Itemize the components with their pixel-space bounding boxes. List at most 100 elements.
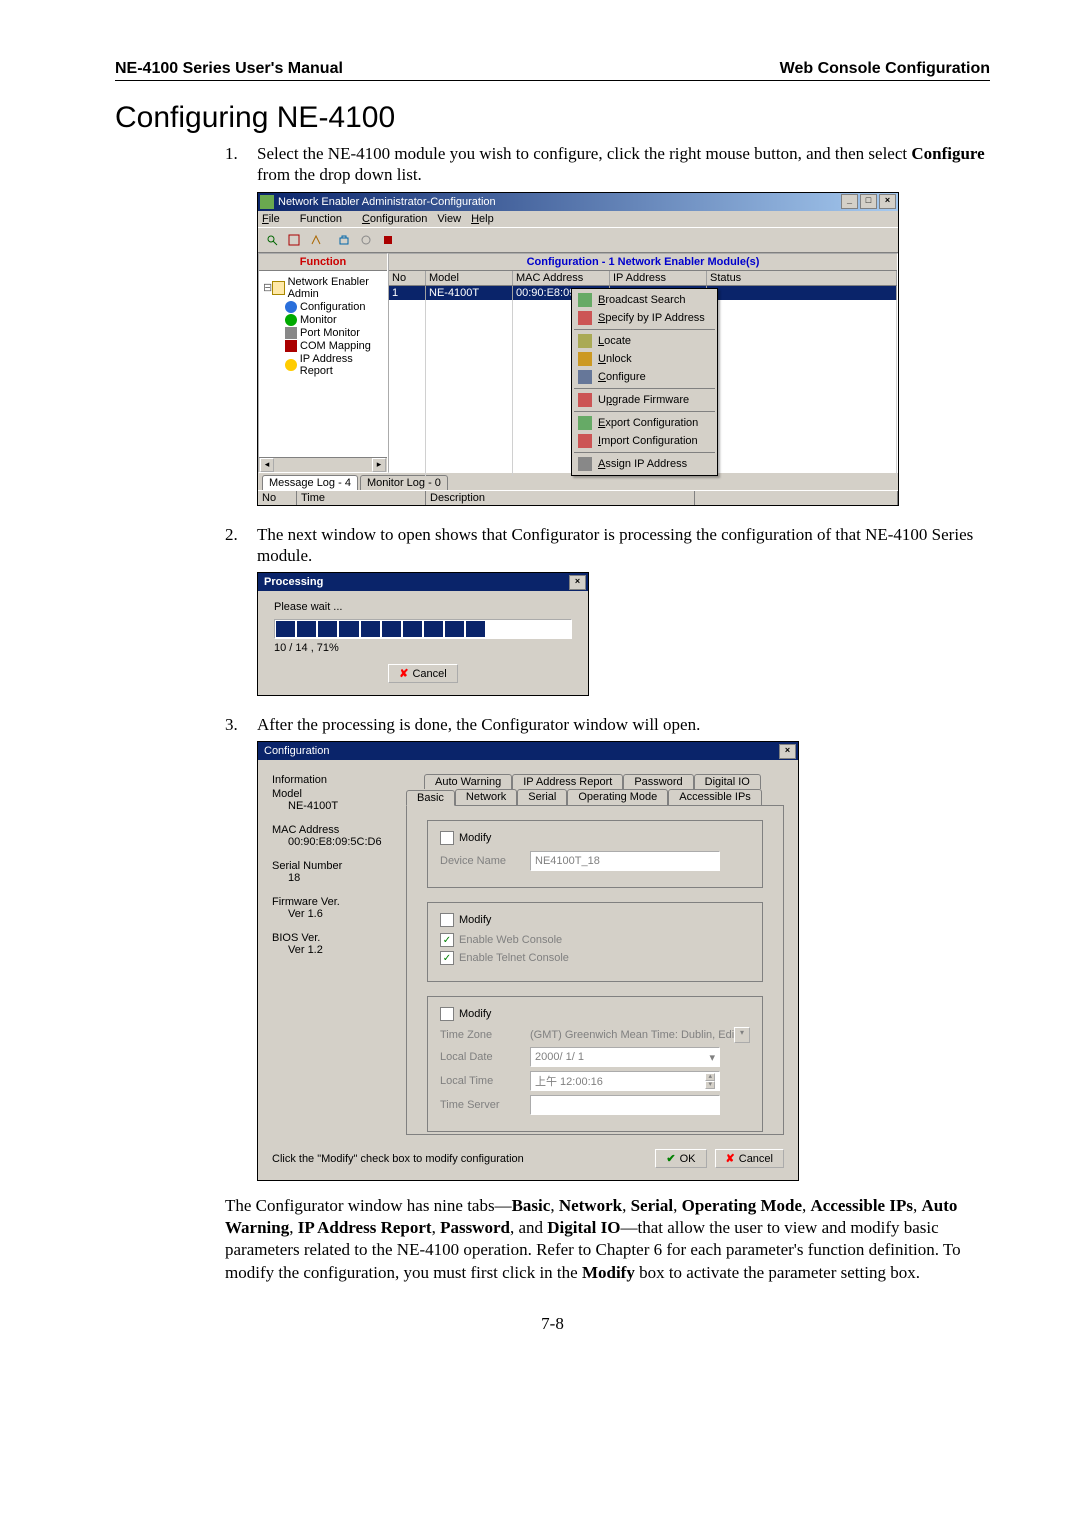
tab-basic[interactable]: Basic <box>406 790 455 806</box>
info-header: Information <box>272 774 406 786</box>
tb-btn-3[interactable] <box>306 230 326 250</box>
local-date-input[interactable]: 2000/ 1/ 1▾ <box>530 1047 720 1067</box>
bios-value: Ver 1.2 <box>272 944 406 956</box>
step-2-num: 2. <box>225 524 257 567</box>
configuration-window: Configuration × Information Model NE-410… <box>257 741 799 1181</box>
scroll-right-icon[interactable]: ▸ <box>372 458 386 472</box>
tab-monitor-log[interactable]: Monitor Log - 0 <box>360 475 448 490</box>
step-3-num: 3. <box>225 714 257 735</box>
minimize-icon[interactable]: _ <box>841 194 858 209</box>
processing-dialog: Processing × Please wait ... 10 / 14 , 7… <box>257 572 589 696</box>
cancel-button[interactable]: ✘Cancel <box>715 1149 784 1168</box>
menu-configuration[interactable]: Configuration <box>362 213 427 225</box>
enable-telnet-checkbox[interactable]: ✓ <box>440 951 454 965</box>
upgrade-icon <box>578 393 592 407</box>
tree-port-monitor[interactable]: Port Monitor <box>263 327 387 339</box>
tb-btn-5[interactable] <box>356 230 376 250</box>
tb-btn-1[interactable] <box>262 230 282 250</box>
menu-help[interactable]: Help <box>471 213 494 225</box>
tree-monitor[interactable]: Monitor <box>263 314 387 326</box>
col-mac[interactable]: MAC Address <box>513 271 610 285</box>
ctx-specify-ip[interactable]: Specify by IP Address <box>574 309 715 327</box>
ctx-configure[interactable]: Configure <box>574 368 715 386</box>
modify-checkbox-3[interactable] <box>440 1007 454 1021</box>
tab-password[interactable]: Password <box>623 774 693 789</box>
tree-root[interactable]: ⊟ Network Enabler Admin <box>263 276 387 300</box>
maximize-icon[interactable]: □ <box>860 194 877 209</box>
ok-button[interactable]: ✔OK <box>655 1149 706 1168</box>
time-server-label: Time Server <box>440 1099 530 1111</box>
msgcol-desc: Description <box>426 491 695 505</box>
ctx-broadcast-search[interactable]: Broadcast Search <box>574 291 715 309</box>
tb-btn-4[interactable] <box>334 230 354 250</box>
toolbar <box>258 227 898 253</box>
col-ip[interactable]: IP Address <box>610 271 707 285</box>
local-time-label: Local Time <box>440 1075 530 1087</box>
col-model[interactable]: Model <box>426 271 513 285</box>
fw-label: Firmware Ver. <box>272 896 406 908</box>
menu-function[interactable]: Function <box>300 213 352 225</box>
progress-bar <box>274 619 572 639</box>
ctx-export-config[interactable]: Export Configuration <box>574 414 715 432</box>
ctx-unlock[interactable]: Unlock <box>574 350 715 368</box>
close-icon[interactable]: × <box>569 575 586 590</box>
tab-operating-mode[interactable]: Operating Mode <box>567 789 668 805</box>
ok-icon: ✔ <box>666 1152 675 1165</box>
menu-file[interactable]: File <box>262 213 290 225</box>
timezone-select[interactable]: (GMT) Greenwich Mean Time: Dublin, Edinb… <box>530 1027 750 1043</box>
header-left: NE-4100 Series User's Manual <box>115 60 343 78</box>
monitor-icon <box>285 314 297 326</box>
step-1-text: Select the NE-4100 module you wish to co… <box>257 143 990 186</box>
col-no[interactable]: No <box>389 271 426 285</box>
progress-text: 10 / 14 , 71% <box>274 642 572 654</box>
fw-value: Ver 1.6 <box>272 908 406 920</box>
tab-auto-warning[interactable]: Auto Warning <box>424 774 512 789</box>
tree-scrollbar[interactable]: ◂ ▸ <box>259 457 387 472</box>
modify-hint: Click the "Modify" check box to modify c… <box>272 1153 655 1165</box>
tb-btn-2[interactable] <box>284 230 304 250</box>
explanatory-paragraph: The Configurator window has nine tabs—Ba… <box>225 1195 990 1283</box>
sn-label: Serial Number <box>272 860 406 872</box>
mac-value: 00:90:E8:09:5C:D6 <box>272 836 406 848</box>
tb-btn-6[interactable] <box>378 230 398 250</box>
tab-network[interactable]: Network <box>455 789 517 805</box>
local-date-label: Local Date <box>440 1051 530 1063</box>
info-pane: Information Model NE-4100T MAC Address 0… <box>272 774 406 1135</box>
group-device-name: Modify Device NameNE4100T_18 <box>427 820 763 888</box>
time-server-input[interactable] <box>530 1095 720 1115</box>
local-time-input[interactable]: 上午 12:00:16▴▾ <box>530 1071 720 1091</box>
close-icon[interactable]: × <box>879 194 896 209</box>
enable-web-checkbox[interactable]: ✓ <box>440 933 454 947</box>
window-title: Network Enabler Administrator-Configurat… <box>274 196 839 208</box>
tab-serial[interactable]: Serial <box>517 789 567 805</box>
tree-configuration[interactable]: Configuration <box>263 301 387 313</box>
time-spinner[interactable]: ▴▾ <box>705 1073 715 1089</box>
menu-view[interactable]: View <box>437 213 461 225</box>
tab-message-log[interactable]: Message Log - 4 <box>262 475 358 490</box>
device-name-input[interactable]: NE4100T_18 <box>530 851 720 871</box>
tab-accessible-ips[interactable]: Accessible IPs <box>668 789 762 805</box>
ctx-import-config[interactable]: Import Configuration <box>574 432 715 450</box>
modify-checkbox-2[interactable] <box>440 913 454 927</box>
unlock-icon <box>578 352 592 366</box>
tab-ip-address-report[interactable]: IP Address Report <box>512 774 623 789</box>
ctx-locate[interactable]: Locate <box>574 332 715 350</box>
tree-com-mapping[interactable]: COM Mapping <box>263 340 387 352</box>
ctx-upgrade-firmware[interactable]: Upgrade Firmware <box>574 391 715 409</box>
port-icon <box>285 327 297 339</box>
col-status[interactable]: Status <box>707 271 897 285</box>
scroll-left-icon[interactable]: ◂ <box>260 458 274 472</box>
model-value: NE-4100T <box>272 800 406 812</box>
tab-digital-io[interactable]: Digital IO <box>694 774 761 789</box>
msgcol-no: No <box>258 491 297 505</box>
modify-checkbox-1[interactable] <box>440 831 454 845</box>
export-icon <box>578 416 592 430</box>
cancel-button[interactable]: ✘Cancel <box>388 664 457 683</box>
close-icon[interactable]: × <box>779 744 796 759</box>
function-header: Function <box>259 254 387 271</box>
locate-icon <box>578 334 592 348</box>
config-window-title: Configuration <box>260 745 779 757</box>
model-label: Model <box>272 788 406 800</box>
ctx-assign-ip[interactable]: Assign IP Address <box>574 455 715 473</box>
tree-ip-report[interactable]: IP Address Report <box>263 353 387 377</box>
